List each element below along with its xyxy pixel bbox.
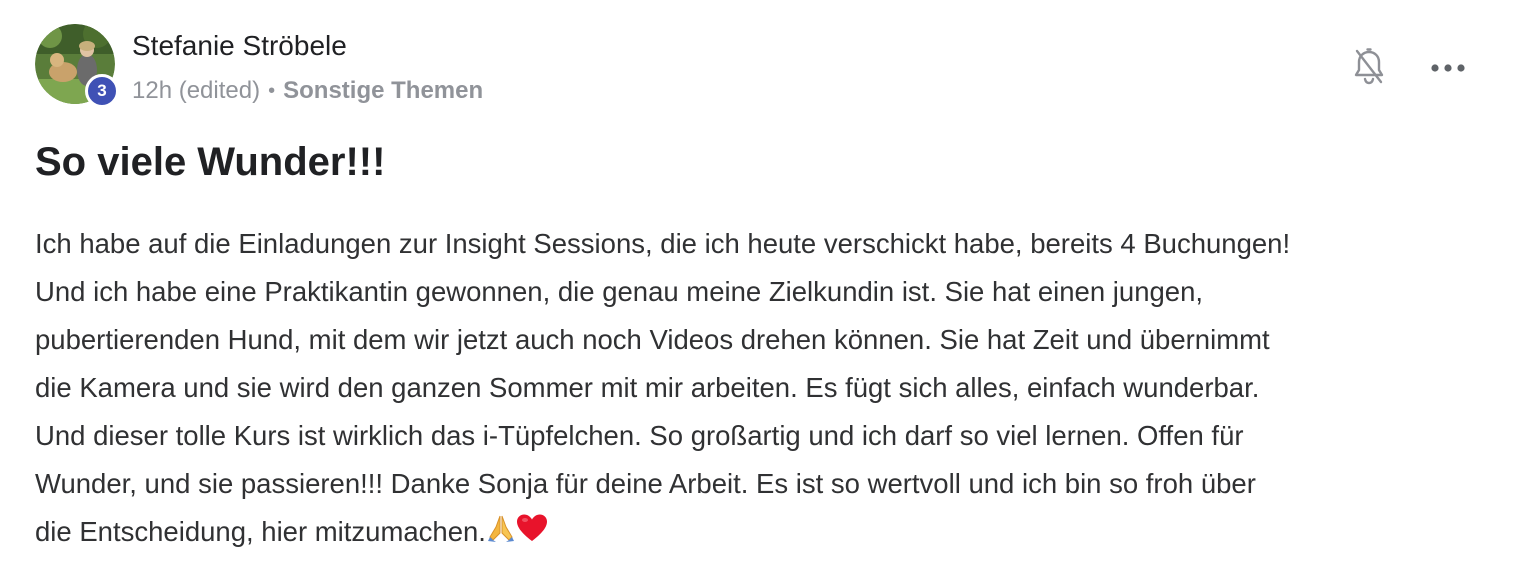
more-options-button[interactable] <box>1424 48 1472 88</box>
body-line: Wunder, und sie passieren!!! Danke Sonja… <box>35 468 1256 499</box>
body-line: Und ich habe eine Praktikantin gewonnen,… <box>35 276 1204 307</box>
level-badge: 3 <box>85 74 119 108</box>
folded-hands-emoji <box>487 515 514 542</box>
body-line: die Kamera und sie wird den ganzen Somme… <box>35 372 1260 403</box>
body-line-last: die Entscheidung, hier mitzumachen. <box>35 508 1495 558</box>
author-avatar-container[interactable]: 3 <box>35 24 119 108</box>
bell-off-icon <box>1354 48 1384 85</box>
red-heart-emoji <box>516 514 547 541</box>
post-title: So viele Wunder!!! <box>35 140 386 184</box>
author-name[interactable]: Stefanie Ströbele <box>132 30 347 62</box>
post-card: 3 Stefanie Ströbele 12h (edited) • Sonst… <box>0 0 1520 582</box>
more-options-icon <box>1431 64 1465 72</box>
post-category[interactable]: Sonstige Themen <box>283 77 483 105</box>
notification-toggle-button[interactable] <box>1348 46 1390 88</box>
body-line: pubertierenden Hund, mit dem wir jetzt a… <box>35 324 1270 355</box>
post-time: 12h (edited) <box>132 77 261 104</box>
emoji-group <box>486 510 548 558</box>
post-body: Ich habe auf die Einladungen zur Insight… <box>35 220 1495 558</box>
body-line: Und dieser tolle Kurs ist wirklich das i… <box>35 420 1244 451</box>
meta-separator: • <box>268 79 276 102</box>
body-line: die Entscheidung, hier mitzumachen. <box>35 516 486 547</box>
body-line: Ich habe auf die Einladungen zur Insight… <box>35 228 1291 259</box>
post-meta: 12h (edited) • Sonstige Themen <box>132 77 483 105</box>
